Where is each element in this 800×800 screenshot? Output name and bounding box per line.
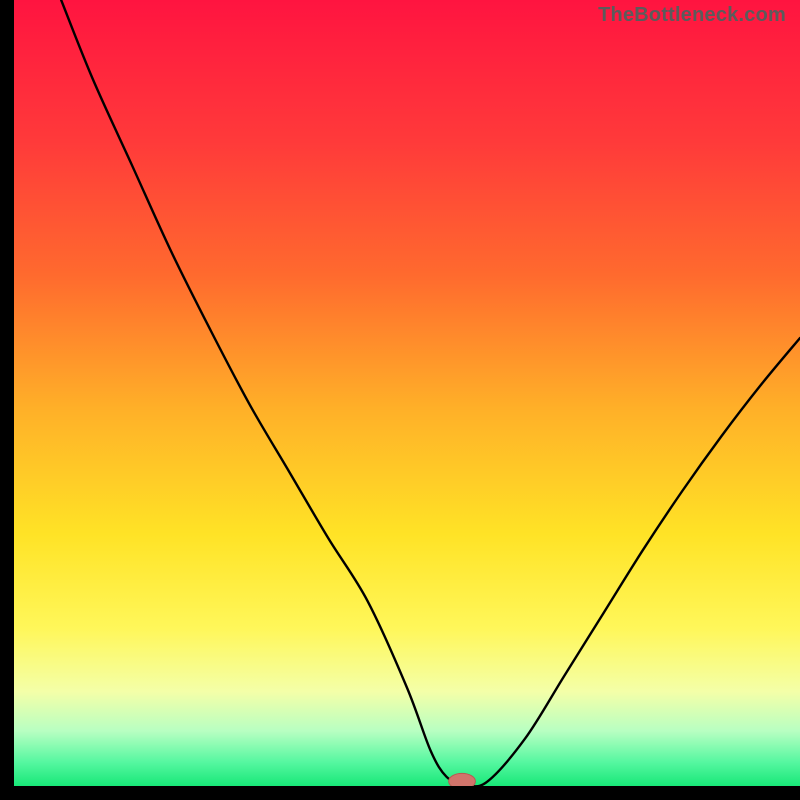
plot-background [14,0,800,786]
watermark-text: TheBottleneck.com [598,4,786,27]
chart-frame [14,0,800,786]
optimal-point-marker [449,773,476,786]
bottleneck-chart [14,0,800,786]
